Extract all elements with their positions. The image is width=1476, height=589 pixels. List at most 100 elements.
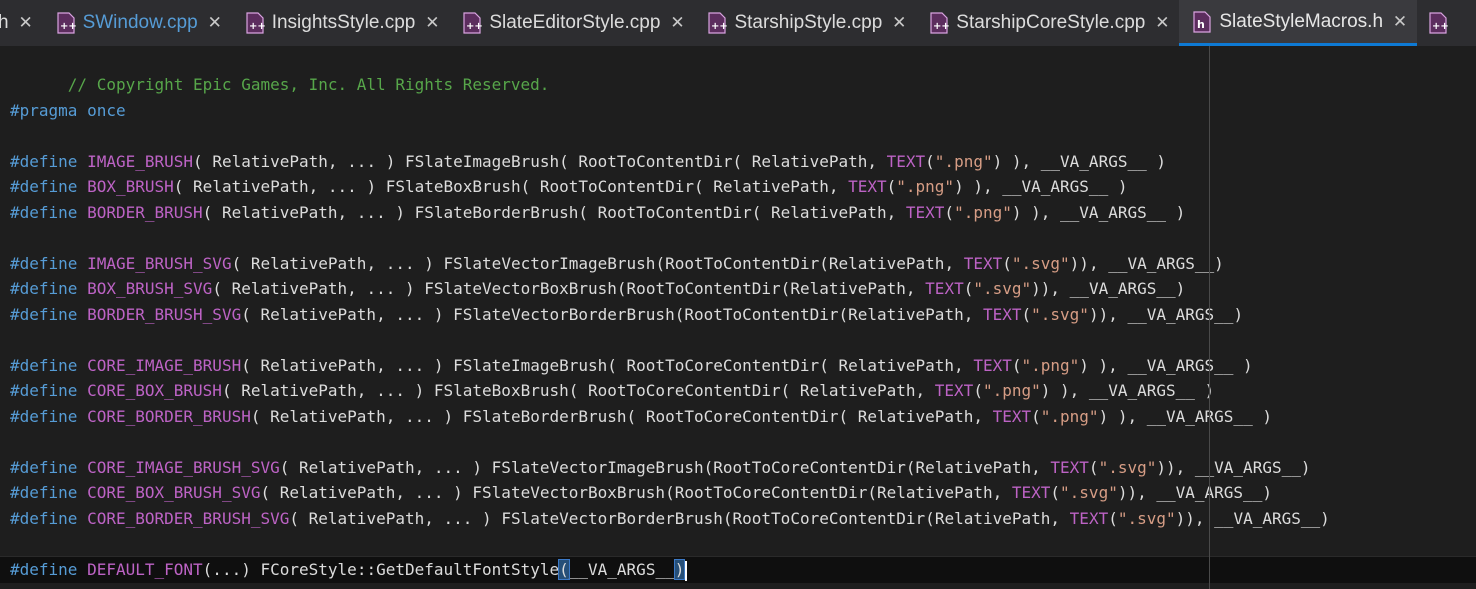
code-line-define[interactable]: #define BORDER_BRUSH_SVG( RelativePath, … bbox=[10, 302, 1243, 327]
code-editor[interactable]: // Copyright Epic Games, Inc. All Rights… bbox=[0, 46, 1476, 589]
punct: ( bbox=[963, 279, 974, 298]
relative-path: RelativePath bbox=[934, 509, 1051, 528]
comment: // Copyright Epic Games, Inc. All Rights… bbox=[67, 75, 550, 94]
macro-params: ( RelativePath, ... ) bbox=[241, 305, 444, 324]
punct: ( bbox=[819, 356, 839, 375]
macro-name: BORDER_BRUSH bbox=[87, 203, 203, 222]
punct: ( bbox=[867, 483, 877, 502]
tab-slateeditorstyle-cpp[interactable]: ++ SlateEditorStyle.cpp ✕ bbox=[449, 0, 694, 46]
content-dir-func: RootToContentDir bbox=[665, 254, 820, 273]
function-call: FCoreStyle::GetDefaultFontStyle bbox=[260, 560, 560, 579]
macro-name: CORE_IMAGE_BRUSH bbox=[87, 356, 242, 375]
string-literal: ".svg" bbox=[973, 279, 1032, 298]
string-literal: ".png" bbox=[982, 381, 1041, 400]
close-icon[interactable]: ✕ bbox=[1155, 14, 1169, 31]
punct: , bbox=[886, 203, 906, 222]
brush-type: FSlateBoxBrush bbox=[385, 177, 521, 196]
macro-name: IMAGE_BRUSH_SVG bbox=[87, 254, 232, 273]
punct: ( bbox=[616, 279, 627, 298]
code-line-default-font[interactable]: #define DEFAULT_FONT(...) FCoreStyle::Ge… bbox=[10, 557, 688, 582]
string-literal: ".png" bbox=[896, 177, 955, 196]
content-dir-func: RootToCoreContentDir bbox=[713, 458, 906, 477]
punct: ) bbox=[1166, 203, 1186, 222]
tab-insightsstyle-cpp[interactable]: ++ InsightsStyle.cpp ✕ bbox=[232, 0, 450, 46]
macro-params: ( RelativePath, ... ) bbox=[193, 152, 396, 171]
tab-slatestylemacros-h[interactable]: h SlateStyleMacros.h ✕ bbox=[1179, 0, 1418, 46]
brush-type: FSlateBorderBrush bbox=[462, 407, 627, 426]
punct: ) bbox=[1194, 381, 1215, 400]
code-line-define[interactable]: #define CORE_BOX_BRUSH_SVG( RelativePath… bbox=[10, 480, 1272, 505]
punct: ( bbox=[1031, 407, 1041, 426]
close-icon[interactable]: ✕ bbox=[425, 14, 439, 31]
macro-name: CORE_BORDER_BRUSH_SVG bbox=[87, 509, 290, 528]
code-line-define[interactable]: #define CORE_BORDER_BRUSH( RelativePath,… bbox=[10, 404, 1272, 429]
punct: ) bbox=[1233, 356, 1253, 375]
punct: ) bbox=[1262, 483, 1272, 502]
tab-starshipcorestyle-cpp[interactable]: ++ StarshipCoreStyle.cpp ✕ bbox=[916, 0, 1179, 46]
code-line-pragma[interactable]: #pragma once bbox=[10, 98, 126, 123]
text-macro: TEXT bbox=[973, 356, 1012, 375]
code-line-define[interactable]: #define CORE_IMAGE_BRUSH( RelativePath, … bbox=[10, 353, 1253, 378]
code-line-define[interactable]: #define CORE_IMAGE_BRUSH_SVG( RelativePa… bbox=[10, 455, 1311, 480]
text-macro: TEXT bbox=[1050, 458, 1089, 477]
code-line-define[interactable]: #define BORDER_BRUSH( RelativePath, ... … bbox=[10, 200, 1185, 225]
preprocessor-directive: #define bbox=[10, 177, 78, 196]
va-args: __VA_ARGS__ bbox=[1146, 407, 1253, 426]
close-icon[interactable]: ✕ bbox=[208, 14, 222, 31]
punct: ) bbox=[1214, 254, 1224, 273]
cpp-file-icon: ++ bbox=[708, 12, 728, 34]
relative-path: RelativePath bbox=[790, 279, 906, 298]
code-line-copyright[interactable]: // Copyright Epic Games, Inc. All Rights… bbox=[10, 47, 550, 94]
punct: ) bbox=[1108, 177, 1128, 196]
close-icon[interactable]: ✕ bbox=[1393, 13, 1407, 30]
punct: , bbox=[915, 381, 935, 400]
tab-overflow[interactable]: ++ bbox=[1417, 0, 1459, 46]
punct: , bbox=[963, 305, 983, 324]
tab-swindow-cpp[interactable]: ++ SWindow.cpp ✕ bbox=[43, 0, 232, 46]
content-dir-func: RootToContentDir bbox=[597, 203, 752, 222]
punct: ( bbox=[1050, 483, 1061, 502]
va-args: __VA_ARGS__ bbox=[1069, 279, 1176, 298]
close-icon[interactable]: ✕ bbox=[18, 14, 32, 31]
svg-text:++: ++ bbox=[60, 21, 77, 32]
code-line-define[interactable]: #define CORE_BORDER_BRUSH_SVG( RelativeP… bbox=[10, 506, 1330, 531]
code-line-define[interactable]: #define BOX_BRUSH_SVG( RelativePath, ...… bbox=[10, 276, 1185, 301]
code-line-define[interactable]: #define BOX_BRUSH( RelativePath, ... ) F… bbox=[10, 174, 1127, 199]
close-icon[interactable]: ✕ bbox=[892, 14, 906, 31]
relative-path: RelativePath bbox=[915, 458, 1032, 477]
brush-type: FSlateBoxBrush bbox=[433, 381, 569, 400]
tab-label: h bbox=[0, 12, 9, 33]
content-dir-func: RootToCoreContentDir bbox=[732, 509, 926, 528]
punct: ( bbox=[626, 407, 646, 426]
cpp-file-icon: ++ bbox=[930, 12, 950, 34]
va-args: __VA_ARGS__ bbox=[1108, 254, 1215, 273]
macro-name: BOX_BRUSH bbox=[87, 177, 174, 196]
tab-truncated[interactable]: h ✕ bbox=[0, 0, 43, 46]
editor-tab-bar: h ✕ ++ SWindow.cpp ✕ ++ InsightsStyle.cp… bbox=[0, 0, 1476, 46]
macro-name: IMAGE_BRUSH bbox=[87, 152, 194, 171]
code-line-define[interactable]: #define IMAGE_BRUSH_SVG( RelativePath, .… bbox=[10, 251, 1224, 276]
punct: ) ), bbox=[1011, 203, 1061, 222]
punct: , bbox=[867, 152, 887, 171]
preprocessor-directive: #define bbox=[10, 483, 78, 502]
punct: ) bbox=[1320, 509, 1330, 528]
macro-params: ( RelativePath, ... ) bbox=[250, 407, 454, 426]
punct: ( bbox=[1021, 305, 1032, 324]
tab-starshipstyle-cpp[interactable]: ++ StarshipStyle.cpp ✕ bbox=[694, 0, 916, 46]
preprocessor-directive: #define bbox=[10, 458, 78, 477]
preprocessor-directive: #define bbox=[10, 279, 78, 298]
code-line-define[interactable]: #define IMAGE_BRUSH( RelativePath, ... )… bbox=[10, 149, 1166, 174]
punct: )), bbox=[1088, 305, 1128, 324]
punct: ) bbox=[1175, 279, 1186, 298]
text-macro: TEXT bbox=[963, 254, 1003, 273]
text-macro: TEXT bbox=[1069, 509, 1109, 528]
code-line-define[interactable]: #define CORE_BOX_BRUSH( RelativePath, ..… bbox=[10, 378, 1214, 403]
macro-args: (...) bbox=[202, 560, 251, 579]
va-args: __VA_ARGS__ bbox=[1040, 152, 1147, 171]
close-icon[interactable]: ✕ bbox=[670, 14, 684, 31]
text-macro: TEXT bbox=[925, 279, 964, 298]
punct: ) bbox=[1233, 305, 1244, 324]
punct: ( bbox=[655, 254, 666, 273]
punct: ( bbox=[665, 483, 675, 502]
tab-label: SlateStyleMacros.h bbox=[1219, 10, 1384, 32]
